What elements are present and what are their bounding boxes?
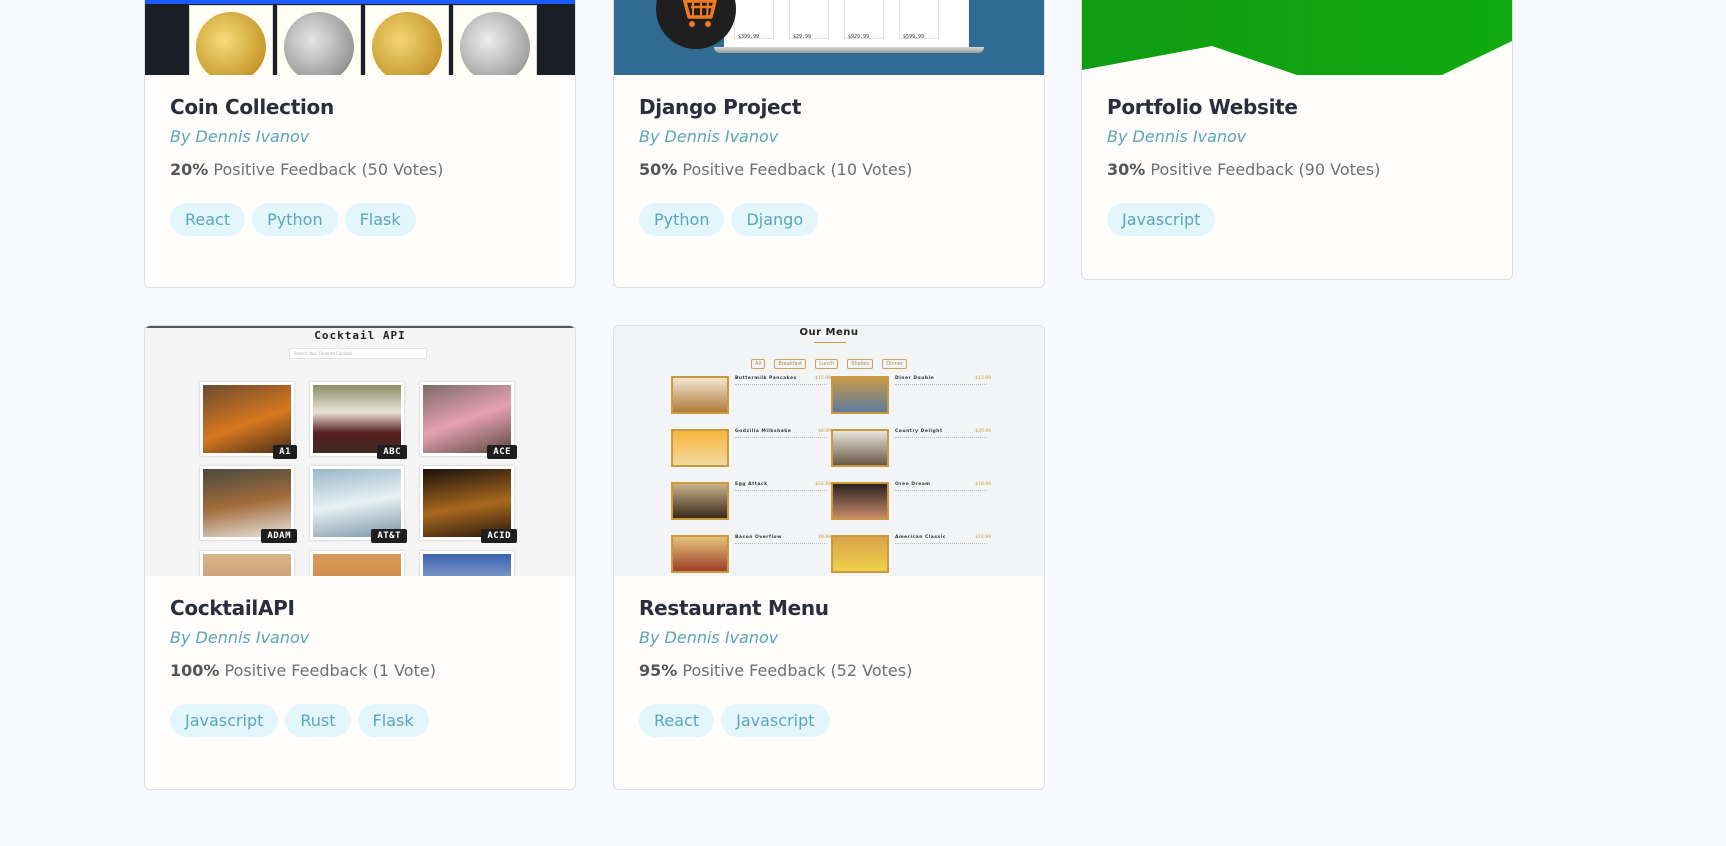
menu-item-price: $15.99 [815,376,831,381]
cocktail-search-input: Search Your Favorite Cocktail [289,348,427,359]
product-price: $399.99 [738,34,760,40]
menu-item-name: Bacon Overflow [735,535,782,540]
feedback-percent: 30% [1107,160,1146,179]
project-card-coin-collection[interactable]: Coin Collection By Dennis Ivanov 20% Pos… [144,0,576,288]
product-price: $929.99 [848,34,870,40]
menu-item-price: $22.99 [815,482,831,487]
menu-category: All [751,359,766,369]
menu-item-name: Buttermilk Pancakes [735,376,797,381]
project-thumbnail[interactable]: Our Menu All Breakfast Lunch Shakes Dinn… [614,326,1044,576]
feedback-summary: 100% Positive Feedback (1 Vote) [170,661,550,680]
menu-item-name: Oreo Dream [895,482,931,487]
drink-label: ABC [377,445,407,459]
menu-heading: Our Menu [799,327,859,338]
project-author[interactable]: By Dennis Ivanov [1107,127,1487,146]
menu-category: Lunch [815,359,839,369]
project-title[interactable]: Portfolio Website [1107,95,1487,119]
project-thumbnail[interactable]: $399.99 $29.99 $929.99 $599.99 [614,0,1044,75]
feedback-percent: 50% [639,160,678,179]
tag[interactable]: Rust [285,704,351,737]
feedback-text: Positive Feedback (90 Votes) [1150,160,1381,179]
menu-category: Dinner [882,359,907,369]
tag-list: Python Django [639,203,1019,236]
menu-item-price: $18.99 [975,482,991,487]
project-card-portfolio-website[interactable]: Portfolio Website By Dennis Ivanov 30% P… [1081,0,1513,280]
tag[interactable]: Flask [357,704,429,737]
drink-label: ACID [481,529,517,543]
project-card-cocktailapi[interactable]: Cocktail API Search Your Favorite Cockta… [144,325,576,790]
menu-item-price: $12.99 [975,535,991,540]
feedback-percent: 95% [639,661,678,680]
feedback-text: Positive Feedback (50 Votes) [213,160,444,179]
project-author[interactable]: By Dennis Ivanov [639,628,1019,647]
drink-label: AT&T [371,529,407,543]
project-author[interactable]: By Dennis Ivanov [170,628,550,647]
tag[interactable]: Django [731,203,819,236]
project-title[interactable]: Coin Collection [170,95,550,119]
feedback-summary: 20% Positive Feedback (50 Votes) [170,160,550,179]
tag-list: React Python Flask [170,203,550,236]
feedback-text: Positive Feedback (1 Vote) [224,661,436,680]
menu-item-name: Egg Attack [735,482,768,487]
project-title[interactable]: Django Project [639,95,1019,119]
feedback-percent: 100% [170,661,220,680]
drink-label: A1 [273,445,297,459]
drink-label: ADAM [261,529,297,543]
feedback-summary: 50% Positive Feedback (10 Votes) [639,160,1019,179]
feedback-text: Positive Feedback (10 Votes) [682,160,913,179]
menu-item-price: $13.99 [975,376,991,381]
tag[interactable]: Javascript [721,704,830,737]
feedback-summary: 30% Positive Feedback (90 Votes) [1107,160,1487,179]
feedback-percent: 20% [170,160,209,179]
menu-item-name: Country Delight [895,429,943,434]
tag-list: Javascript [1107,203,1487,236]
project-card-django-project[interactable]: $399.99 $29.99 $929.99 $599.99 Django Pr… [613,0,1045,288]
drink-label: ACE [487,445,517,459]
product-price: $29.99 [793,34,812,40]
project-author[interactable]: By Dennis Ivanov [639,127,1019,146]
project-author[interactable]: By Dennis Ivanov [170,127,550,146]
project-card-restaurant-menu[interactable]: Our Menu All Breakfast Lunch Shakes Dinn… [613,325,1045,790]
menu-category: Breakfast [774,359,807,369]
tag-list: Javascript Rust Flask [170,704,550,737]
project-title[interactable]: Restaurant Menu [639,596,1019,620]
project-thumbnail[interactable] [1082,0,1512,75]
feedback-text: Positive Feedback (52 Votes) [682,661,913,680]
product-price: $599.99 [903,34,925,40]
menu-item-name: American Classic [895,535,946,540]
menu-item-name: Diner Double [895,376,935,381]
cocktail-heading: Cocktail API [314,329,406,342]
menu-item-name: Godzilla Milkshake [735,429,792,434]
tag[interactable]: React [170,203,246,236]
project-thumbnail[interactable] [145,0,575,75]
tag[interactable]: Python [639,203,725,236]
menu-item-price: $20.99 [975,429,991,434]
menu-item-price: $6.99 [818,429,831,434]
tag[interactable]: React [639,704,715,737]
tag[interactable]: Flask [344,203,416,236]
project-thumbnail[interactable]: Cocktail API Search Your Favorite Cockta… [145,326,575,576]
menu-item-price: $8.99 [818,535,831,540]
project-title[interactable]: CocktailAPI [170,596,550,620]
tag[interactable]: Python [252,203,338,236]
tag-list: React Javascript [639,704,1019,737]
menu-category: Shakes [847,359,874,369]
tag[interactable]: Javascript [170,704,279,737]
menu-category-filters: All Breakfast Lunch Shakes Dinner [614,350,1044,369]
tag[interactable]: Javascript [1107,203,1216,236]
feedback-summary: 95% Positive Feedback (52 Votes) [639,661,1019,680]
